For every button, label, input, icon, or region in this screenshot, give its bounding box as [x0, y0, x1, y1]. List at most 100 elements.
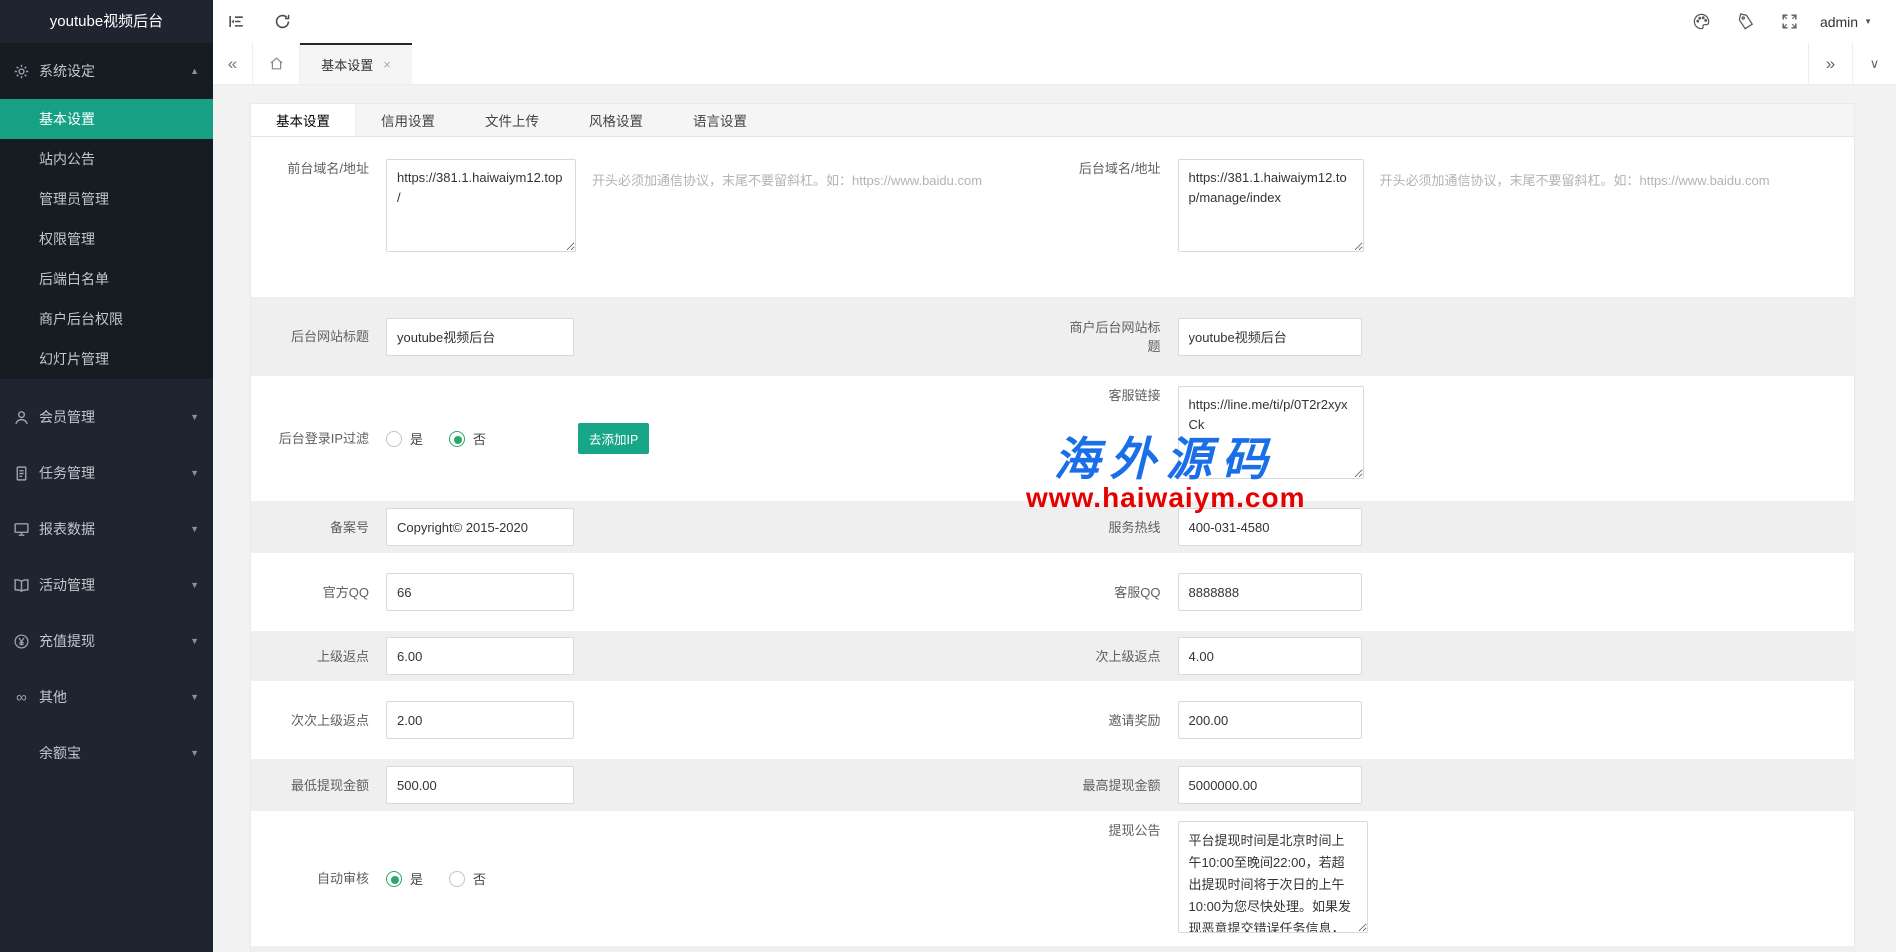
app-title: youtube视频后台	[0, 0, 213, 43]
merchant-title-input[interactable]	[1178, 318, 1362, 356]
form-row-cutoff	[251, 946, 1854, 952]
username-label: admin	[1820, 14, 1858, 30]
infinity-icon: ∞	[13, 689, 30, 706]
tab-label: 基本设置	[321, 55, 373, 74]
chevron-up-icon: ▲	[190, 66, 199, 76]
tab-style[interactable]: 风格设置	[564, 104, 668, 136]
add-ip-button[interactable]: 去添加IP	[578, 423, 649, 454]
official-qq-input[interactable]	[386, 573, 574, 611]
sidebar-item-site-announcement[interactable]: 站内公告	[0, 139, 213, 179]
sidebar-item-basic-settings[interactable]: 基本设置	[0, 99, 213, 139]
sidebar: youtube视频后台 系统设定 ▲ 基本设置 站内公告 管理员管理 权限管理 …	[0, 0, 213, 952]
admin-domain-textarea[interactable]: https://381.1.haiwaiym12.top/manage/inde…	[1178, 159, 1364, 252]
collapse-menu-icon[interactable]	[213, 0, 259, 43]
tabs-menu-icon[interactable]: ∨	[1852, 43, 1896, 84]
auto-audit-radio-no[interactable]: 否	[449, 869, 486, 888]
chevron-down-icon: ▼	[190, 524, 199, 534]
field-label: 次次上级返点	[277, 711, 369, 730]
fullscreen-icon[interactable]	[1768, 0, 1812, 43]
field-label: 前台域名/地址	[277, 159, 369, 178]
gear-icon	[13, 63, 30, 80]
form-row-qq: 官方QQ 客服QQ	[251, 553, 1854, 631]
admin-title-input[interactable]	[386, 318, 574, 356]
sidebar-item-recharge-withdraw[interactable]: 充值提现 ▼	[0, 613, 213, 669]
sidebar-item-member-management[interactable]: 会员管理 ▼	[0, 389, 213, 445]
sidebar-item-label: 报表数据	[39, 519, 95, 539]
radio-circle	[449, 431, 465, 447]
form-row-domains: 前台域名/地址 https://381.1.haiwaiym12.top/ 开头…	[251, 137, 1854, 297]
tab-basic-settings[interactable]: 基本设置 ×	[300, 43, 412, 84]
close-icon[interactable]: ×	[383, 57, 391, 72]
invite-reward-input[interactable]	[1178, 701, 1362, 739]
field-label: 备案号	[277, 518, 369, 537]
theme-palette-icon[interactable]	[1680, 0, 1724, 43]
field-label: 次上级返点	[1061, 647, 1161, 666]
tabs-scroll-left-icon[interactable]: «	[213, 43, 253, 84]
radio-label: 否	[473, 869, 486, 888]
tag-icon[interactable]	[1724, 0, 1768, 43]
sidebar-item-task-management[interactable]: 任务管理 ▼	[0, 445, 213, 501]
user-icon	[13, 409, 30, 426]
yen-circle-icon	[13, 633, 30, 650]
sidebar-item-permission-management[interactable]: 权限管理	[0, 219, 213, 259]
sidebar-item-label: 会员管理	[39, 407, 95, 427]
form-row-icp: 备案号 服务热线	[251, 501, 1854, 553]
field-label: 后台网站标题	[277, 327, 369, 346]
chevron-down-icon: ▼	[190, 468, 199, 478]
min-withdraw-input[interactable]	[386, 766, 574, 804]
radio-label: 是	[410, 429, 423, 448]
tabs-scroll-right-icon[interactable]: »	[1808, 43, 1852, 84]
form-row-rebate2: 次次上级返点 邀请奖励	[251, 681, 1854, 759]
form-row-rebate1: 上级返点 次上级返点	[251, 631, 1854, 681]
settings-panel: 基本设置 信用设置 文件上传 风格设置 语言设置 前台域名/地址 https:/…	[250, 103, 1855, 952]
max-withdraw-input[interactable]	[1178, 766, 1362, 804]
ip-filter-radio-no[interactable]: 否	[449, 429, 486, 448]
sidebar-item-label: 余额宝	[39, 743, 81, 763]
rebate-l1-input[interactable]	[386, 637, 574, 675]
home-tab[interactable]	[253, 43, 300, 84]
sidebar-item-report-data[interactable]: 报表数据 ▼	[0, 501, 213, 557]
auto-audit-radio-yes[interactable]: 是	[386, 869, 423, 888]
book-icon	[13, 577, 30, 594]
field-label: 商户后台网站标题	[1061, 318, 1161, 356]
sidebar-item-backend-whitelist[interactable]: 后端白名单	[0, 259, 213, 299]
ip-filter-radio-yes[interactable]: 是	[386, 429, 423, 448]
field-label: 官方QQ	[277, 583, 369, 602]
withdraw-notice-textarea[interactable]: 平台提现时间是北京时间上午10:00至晚间22:00，若超出提现时间将于次日的上…	[1178, 821, 1368, 933]
field-label: 后台域名/地址	[1061, 159, 1161, 178]
tab-language[interactable]: 语言设置	[668, 104, 772, 136]
radio-label: 否	[473, 429, 486, 448]
sidebar-item-label: 充值提现	[39, 631, 95, 651]
hotline-input[interactable]	[1178, 508, 1362, 546]
service-qq-input[interactable]	[1178, 573, 1362, 611]
tab-basic[interactable]: 基本设置	[251, 104, 356, 136]
front-domain-textarea[interactable]: https://381.1.haiwaiym12.top/	[386, 159, 576, 252]
tab-file-upload[interactable]: 文件上传	[460, 104, 564, 136]
chevron-down-icon: ▼	[190, 692, 199, 702]
refresh-icon[interactable]	[259, 0, 305, 43]
rebate-l3-input[interactable]	[386, 701, 574, 739]
form-row-ipfilter: 后台登录IP过滤 是 否 去添加IP	[251, 376, 1854, 501]
sidebar-item-yuebao[interactable]: 余额宝 ▼	[0, 725, 213, 781]
icp-input[interactable]	[386, 508, 574, 546]
user-menu[interactable]: admin ▼	[1820, 14, 1872, 30]
tab-credit[interactable]: 信用设置	[356, 104, 460, 136]
radio-circle	[386, 871, 402, 887]
rebate-l2-input[interactable]	[1178, 637, 1362, 675]
sidebar-item-other[interactable]: ∞ 其他 ▼	[0, 669, 213, 725]
sidebar-item-label: 活动管理	[39, 575, 95, 595]
sidebar-item-slideshow-management[interactable]: 幻灯片管理	[0, 339, 213, 379]
field-hint: 开头必须加通信协议，末尾不要留斜杠。如：https://www.baidu.co…	[1380, 170, 1770, 189]
sidebar-item-system-settings[interactable]: 系统设定 ▲	[0, 43, 213, 99]
chevron-down-icon: ▼	[190, 412, 199, 422]
sidebar-item-merchant-permission[interactable]: 商户后台权限	[0, 299, 213, 339]
field-label: 提现公告	[1061, 821, 1161, 840]
content-area: 基本设置 信用设置 文件上传 风格设置 语言设置 前台域名/地址 https:/…	[213, 85, 1896, 952]
chevron-down-icon: ▼	[190, 580, 199, 590]
field-label: 上级返点	[277, 647, 369, 666]
sidebar-item-activity-management[interactable]: 活动管理 ▼	[0, 557, 213, 613]
field-label: 服务热线	[1061, 518, 1161, 537]
form-row-titles: 后台网站标题 商户后台网站标题	[251, 297, 1854, 376]
service-link-textarea[interactable]: https://line.me/ti/p/0T2r2xyxCk	[1178, 386, 1364, 479]
sidebar-item-admin-management[interactable]: 管理员管理	[0, 179, 213, 219]
